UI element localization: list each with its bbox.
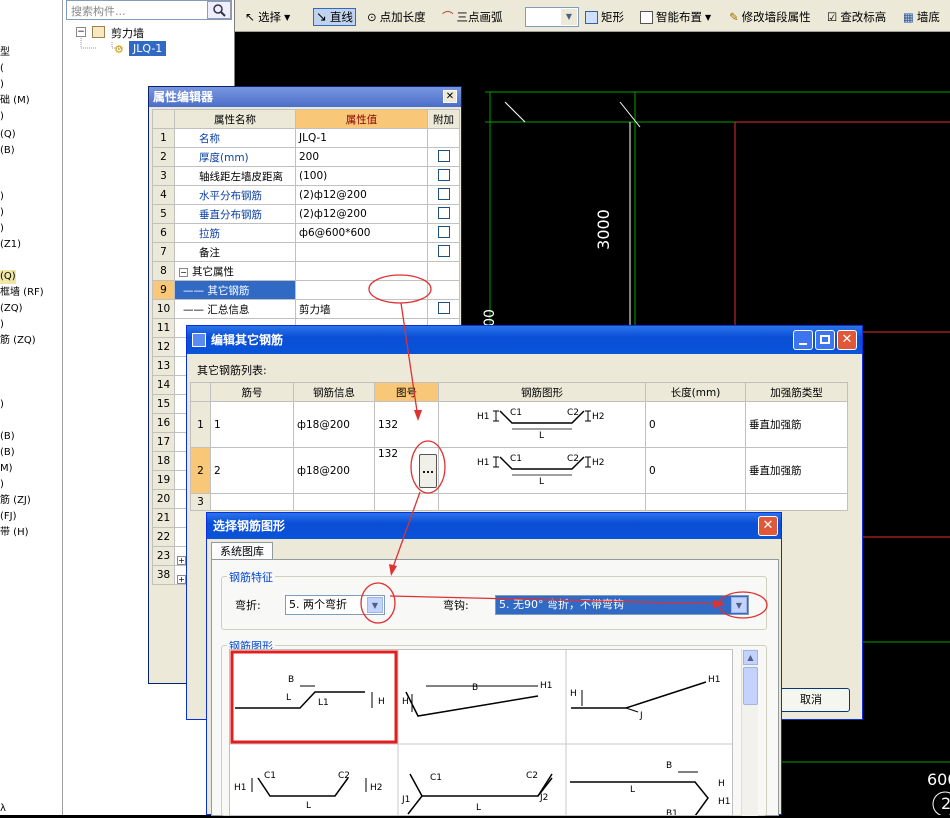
red-annotation-overlay [360, 274, 768, 624]
